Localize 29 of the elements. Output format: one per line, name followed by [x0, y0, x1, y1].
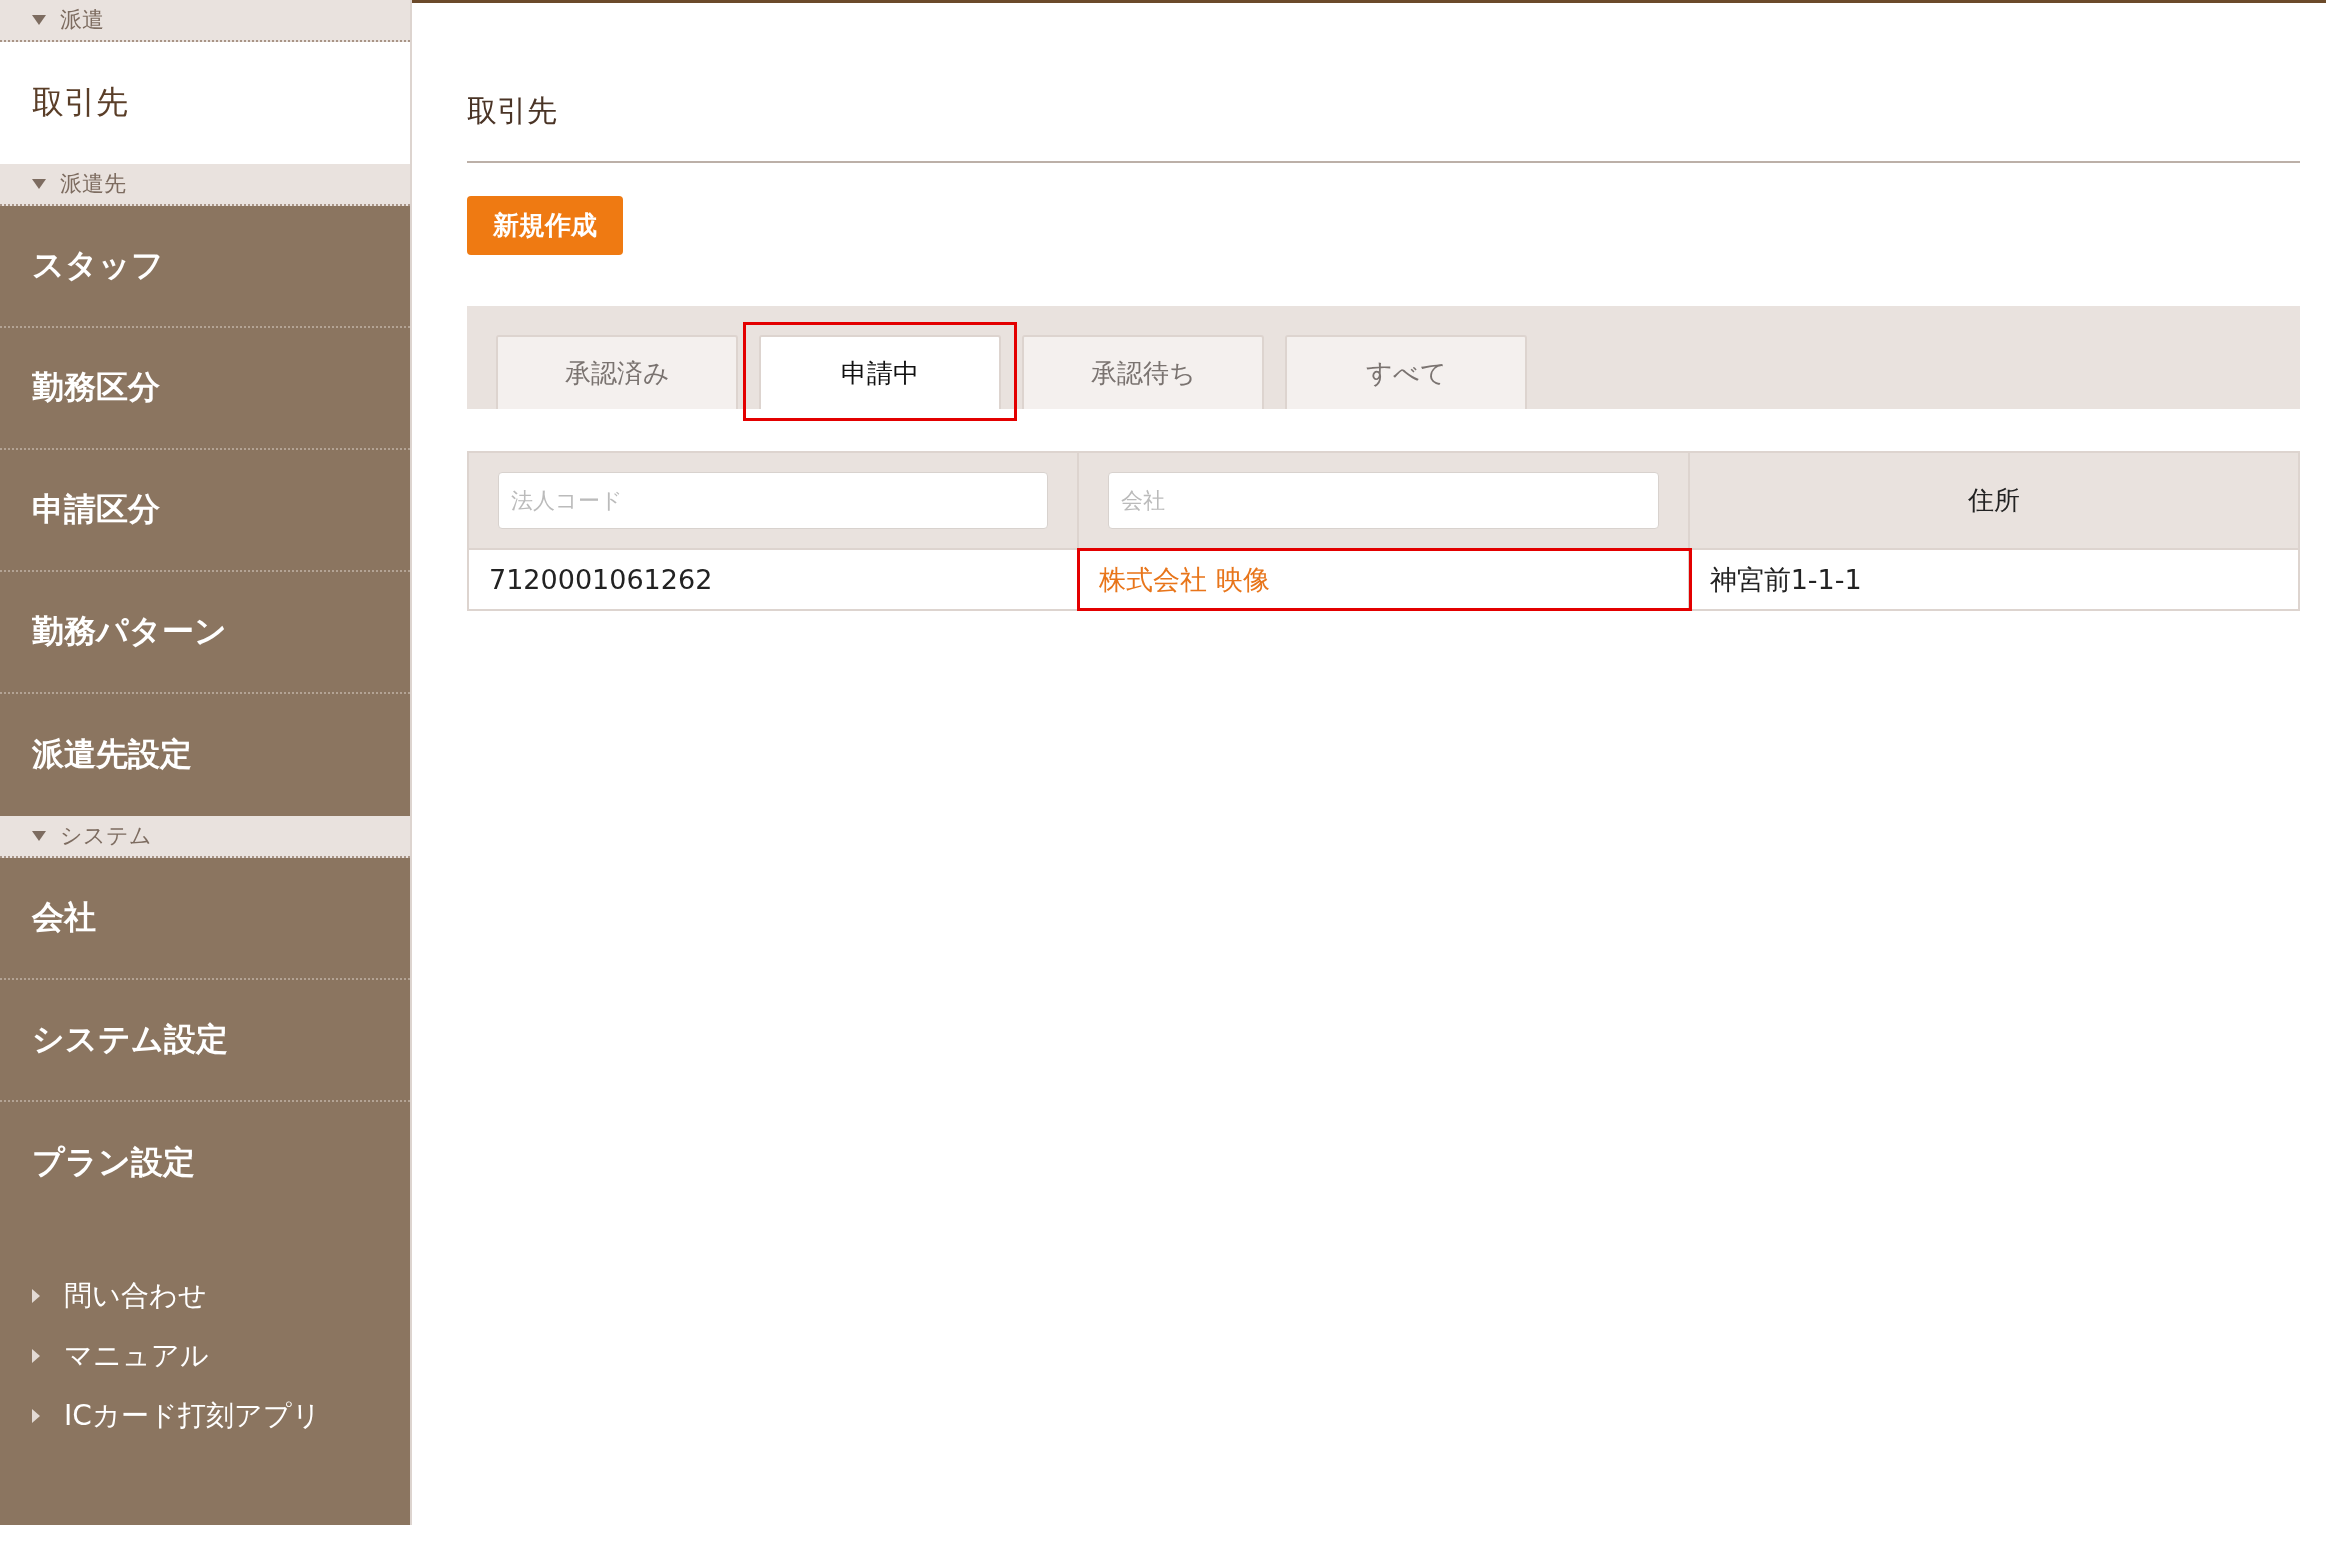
new-button[interactable]: 新規作成: [467, 196, 623, 255]
sidebar-item[interactable]: 申請区分: [0, 450, 410, 572]
company-link[interactable]: 株式会社 映像: [1099, 563, 1270, 595]
page-title: 取引先: [467, 93, 557, 128]
tab[interactable]: 承認待ち: [1022, 335, 1264, 409]
sidebar-item[interactable]: 勤務区分: [0, 328, 410, 450]
tab[interactable]: 申請中: [759, 335, 1001, 409]
sidebar-item[interactable]: システム設定: [0, 980, 410, 1102]
caret-right-icon: [32, 1409, 40, 1423]
caret-right-icon: [32, 1289, 40, 1303]
filter-field[interactable]: 会社: [1108, 472, 1659, 529]
sidebar-item[interactable]: 取引先: [0, 42, 410, 164]
sidebar-item[interactable]: 勤務パターン: [0, 572, 410, 694]
filter-field[interactable]: 法人コード: [498, 472, 1049, 529]
tab[interactable]: すべて: [1285, 335, 1527, 409]
sidebar-item[interactable]: 派遣先設定: [0, 694, 410, 816]
sidebar-link[interactable]: マニュアル: [64, 1337, 209, 1375]
sidebar-link[interactable]: ICカード打刻アプリ: [64, 1397, 321, 1435]
tab[interactable]: 承認済み: [496, 335, 738, 409]
section-header[interactable]: 派遣先: [0, 164, 410, 206]
column-header: 住所: [1688, 452, 2299, 549]
sidebar-link[interactable]: 問い合わせ: [64, 1277, 207, 1315]
sidebar-item[interactable]: スタッフ: [0, 206, 410, 328]
section-header[interactable]: システム: [0, 816, 410, 858]
sidebar-item[interactable]: プラン設定: [0, 1102, 410, 1224]
caret-right-icon: [32, 1349, 40, 1363]
section-header[interactable]: 派遣: [0, 0, 410, 42]
table-cell: 7120001061262: [468, 549, 1079, 610]
sidebar-item[interactable]: 会社: [0, 858, 410, 980]
